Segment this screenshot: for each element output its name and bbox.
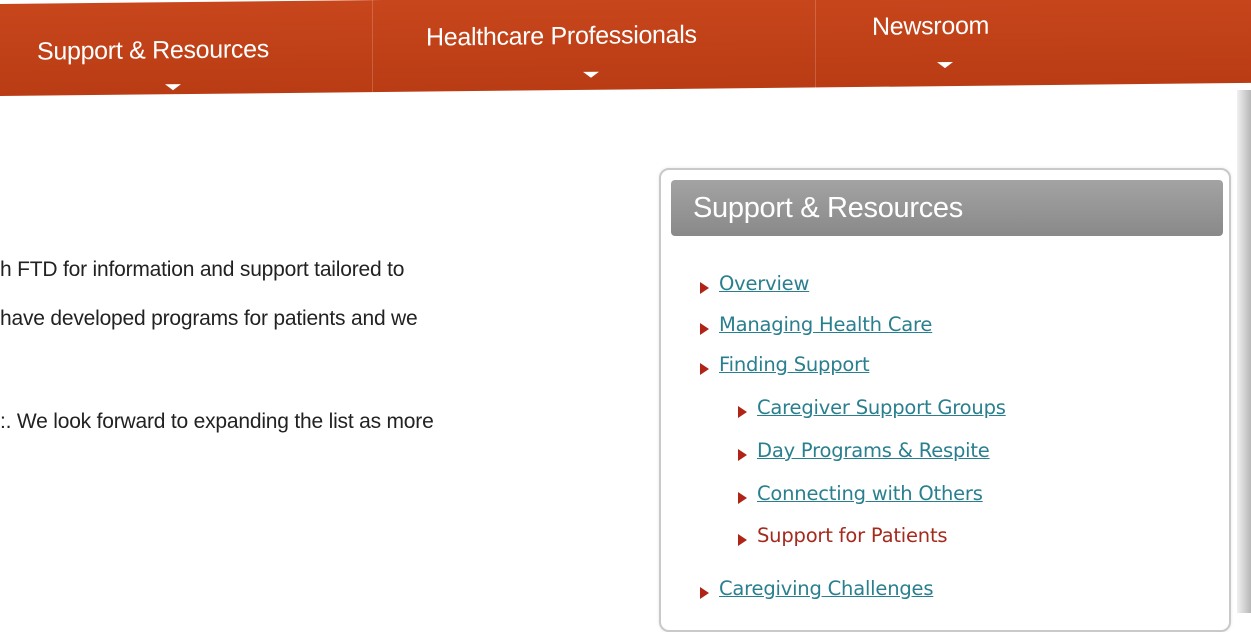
sidebar-link-caregiver-support-groups[interactable]: Caregiver Support Groups — [757, 396, 1006, 419]
sidebar-link-caregiving-challenges[interactable]: Caregiving Challenges — [719, 577, 933, 600]
nav-newsroom[interactable]: Newsroom — [816, 0, 1251, 87]
bullet-arrow-icon — [738, 534, 747, 546]
sidebar-link-connecting-with-others[interactable]: Connecting with Others — [757, 482, 983, 505]
sidebar-link-overview[interactable]: Overview — [719, 272, 809, 295]
bullet-arrow-icon — [738, 406, 747, 418]
chevron-down-icon — [165, 84, 181, 91]
support-resources-sidebar: Support & Resources Overview Managing He… — [659, 168, 1231, 632]
bullet-arrow-icon — [738, 492, 747, 504]
nav-healthcare-professionals[interactable]: Healthcare Professionals — [373, 0, 815, 92]
nav-label: Healthcare Professionals — [426, 20, 697, 52]
sidebar-link-day-programs-respite[interactable]: Day Programs & Respite — [757, 439, 990, 462]
body-text-line: have developed programs for patients and… — [0, 307, 418, 330]
bullet-arrow-icon — [738, 449, 747, 461]
bullet-arrow-icon — [700, 282, 709, 294]
chevron-down-icon — [937, 62, 953, 69]
body-text-line: :. We look forward to expanding the list… — [0, 410, 434, 433]
bullet-arrow-icon — [700, 323, 709, 335]
bullet-arrow-icon — [700, 587, 709, 599]
sidebar-title: Support & Resources — [671, 180, 1223, 236]
main-navigation: Support & Resources Healthcare Professio… — [0, 0, 1251, 97]
sidebar-link-finding-support[interactable]: Finding Support — [719, 353, 870, 376]
sidebar-link-managing-health-care[interactable]: Managing Health Care — [719, 313, 932, 336]
sidebar-link-support-for-patients[interactable]: Support for Patients — [757, 524, 948, 547]
nav-support-resources[interactable]: Support & Resources — [0, 0, 372, 96]
page-edge-shadow — [1237, 90, 1251, 613]
body-text-line: h FTD for information and support tailor… — [0, 258, 405, 281]
nav-label: Support & Resources — [37, 35, 269, 66]
bullet-arrow-icon — [700, 363, 709, 375]
chevron-down-icon — [583, 71, 599, 78]
nav-label: Newsroom — [872, 11, 990, 41]
